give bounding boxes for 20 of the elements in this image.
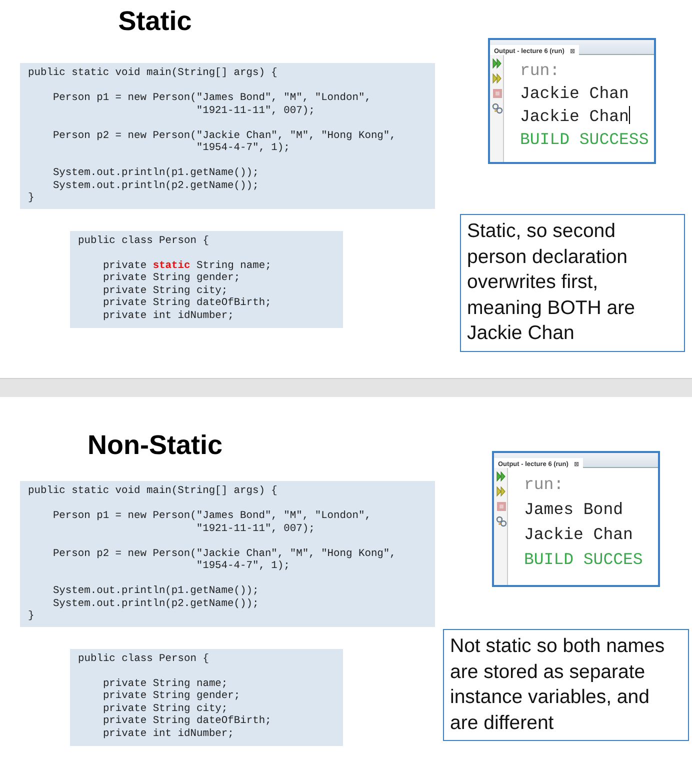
output-line: run: xyxy=(524,474,565,496)
output-line: run: xyxy=(520,60,561,82)
code-block: public static void main(String[] args) { Person p1 = new Person("James Bond", "M", "London", "1921-11-11", 007); Person p2 = new Person("Jackie Chan", "M", "Hong Kong", "1954-4-7", 1); System.out.println(p1.getName()); System.out.println(p2.getName()); } xyxy=(20,481,435,626)
slide-title: Non-Static xyxy=(86,430,224,462)
output-line: James Bond xyxy=(524,499,624,521)
code-block: public static void main(String[] args) { Person p1 = new Person("James Bond", "M", "London", "1921-11-11", 007); Person p2 = new Person("Jackie Chan", "M", "Hong Kong", "1954-4-7", 1); System.out.println(p1.getName()); System.out.println(p2.getName()); } xyxy=(20,63,435,208)
gear-icon[interactable] xyxy=(496,516,507,527)
code-block: public class Person { private static String name; private String gender; private String city; private String dateOfBirth; private int idNumber; xyxy=(70,230,343,328)
output-line: Jackie Chan xyxy=(524,524,634,546)
note-text: Not static so both names are stored as separate instance variables, and are different xyxy=(443,629,689,741)
rerun-icon[interactable] xyxy=(496,486,507,497)
gear-icon[interactable] xyxy=(492,103,503,114)
code-block: public class Person { private String name; private String gender; private String city; private String dateOfBirth; private int idNumber; xyxy=(70,648,343,746)
output-line: Jackie Chan xyxy=(520,83,630,105)
output-line: BUILD SUCCES xyxy=(524,549,643,571)
note-text: Static, so second person declaration overwrites first, meaning BOTH are Jackie Chan xyxy=(460,214,685,352)
output-line: Jackie Chan xyxy=(520,105,632,128)
output-line: BUILD SUCCESS xyxy=(520,129,649,151)
slide-title: Static xyxy=(117,6,193,38)
rerun-icon[interactable] xyxy=(492,73,503,84)
